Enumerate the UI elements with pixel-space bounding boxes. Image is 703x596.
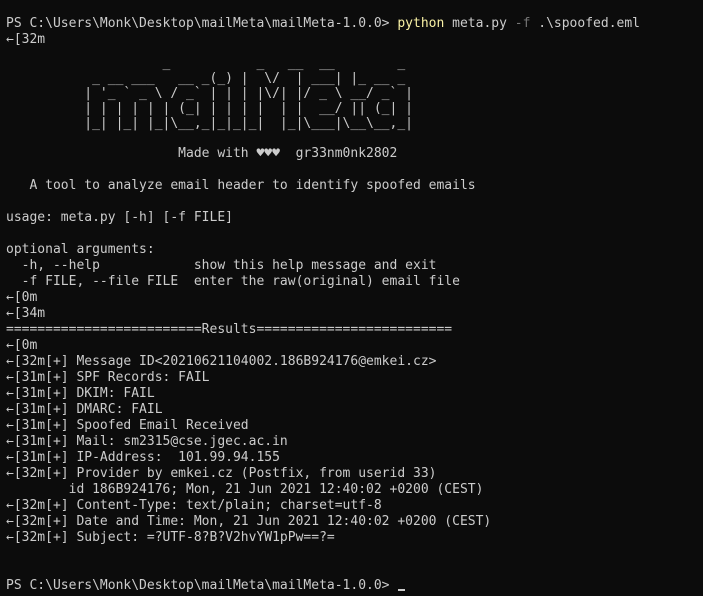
final-prompt-line[interactable]: PS C:\Users\Monk\Desktop\mailMeta\mailMe… <box>6 578 406 594</box>
result-provider: ←[32m[+] Provider by emkei.cz (Postfix, … <box>6 466 437 481</box>
ascii-art-line: | '_ ` _ \ / _` | | | |\/| |/ _ \ __/ _`… <box>6 86 413 101</box>
escape-code-line: ←[34m <box>6 306 46 321</box>
escape-code-line: ←[32m <box>6 32 46 47</box>
ascii-art-banner: _ _ __ __ _ _ __ ___ __ _(_) | \/ | ___|… <box>6 56 515 131</box>
command-flag: -f <box>514 16 531 31</box>
ascii-art-line: | | | | | | (_| | | | | | | __/ || (_| | <box>6 101 413 116</box>
final-prompt-path: PS C:\Users\Monk\Desktop\mailMeta\mailMe… <box>6 578 390 593</box>
result-content-type: ←[32m[+] Content-Type: text/plain; chars… <box>6 498 382 513</box>
result-spoofed: ←[31m[+] Spoofed Email Received <box>6 418 249 433</box>
command-line: PS C:\Users\Monk\Desktop\mailMeta\mailMe… <box>6 16 640 32</box>
result-spf: ←[31m[+] SPF Records: FAIL <box>6 370 210 385</box>
command-file-arg: .\spoofed.eml <box>530 16 640 31</box>
result-dkim: ←[31m[+] DKIM: FAIL <box>6 386 155 401</box>
optional-args-header: optional arguments: <box>6 242 155 257</box>
escape-code-line: ←[0m <box>6 338 38 353</box>
terminal-window[interactable]: PS C:\Users\Monk\Desktop\mailMeta\mailMe… <box>0 0 703 596</box>
result-ip: ←[31m[+] IP-Address: 101.99.94.155 <box>6 450 280 465</box>
result-message-id: ←[32m[+] Message ID<20210621104002.186B9… <box>6 354 437 369</box>
result-date-time: ←[32m[+] Date and Time: Mon, 21 Jun 2021… <box>6 514 492 529</box>
result-subject: ←[32m[+] Subject: =?UTF-8?B?V2hvYW1pPw==… <box>6 530 335 545</box>
usage-line: usage: meta.py [-h] [-f FILE] <box>6 210 233 225</box>
ascii-art-line: _ __ ___ __ _(_) | \/ | ___| |_ __ _ <box>6 71 413 86</box>
ascii-art-line: |_| |_| |_|\__,_|_|_|_| |_|\___|\__\__,_… <box>6 116 413 131</box>
text-cursor <box>398 589 406 591</box>
command-args: meta.py <box>444 16 515 31</box>
tagline: A tool to analyze email header to identi… <box>6 178 476 193</box>
escape-code-line: ←[0m <box>6 290 38 305</box>
result-dmarc: ←[31m[+] DMARC: FAIL <box>6 402 163 417</box>
option-file: -f FILE, --file FILE enter the raw(origi… <box>6 274 460 289</box>
result-provider-cont: id 186B924176; Mon, 21 Jun 2021 12:40:02… <box>6 482 484 497</box>
command-name: python <box>397 16 445 31</box>
ascii-art-line: _ _ __ __ _ <box>6 56 515 71</box>
prompt-path: PS C:\Users\Monk\Desktop\mailMeta\mailMe… <box>6 16 390 31</box>
result-mail: ←[31m[+] Mail: sm2315@cse.jgec.ac.in <box>6 434 288 449</box>
results-divider: =========================Results========… <box>6 322 453 337</box>
made-with-line: Made with ♥♥♥ gr33nm0nk2802 <box>6 146 398 161</box>
option-help: -h, --help show this help message and ex… <box>6 258 437 273</box>
